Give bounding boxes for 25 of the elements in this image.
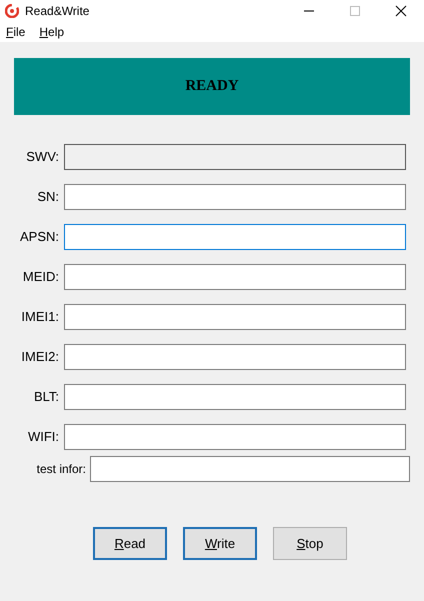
input-field[interactable] [90, 456, 410, 482]
input-field[interactable] [64, 344, 406, 370]
app-logo-icon [5, 4, 19, 18]
field-label: IMEI2: [20, 348, 60, 366]
action-button[interactable]: Read [93, 527, 167, 560]
input-field[interactable] [64, 264, 406, 290]
field-label: BLT: [32, 388, 60, 406]
input-field[interactable] [64, 384, 406, 410]
menu-item[interactable]: File [3, 23, 28, 41]
field-label: SWV: [25, 148, 60, 166]
field-label: SN: [36, 188, 60, 206]
field-label: test infor: [36, 461, 86, 478]
field-label: WIFI: [26, 428, 60, 446]
field-label: IMEI1: [20, 308, 60, 326]
window-title: Read&Write [25, 3, 90, 20]
field-label: MEID: [22, 268, 60, 286]
status-text: READY [185, 77, 239, 96]
input-field[interactable] [64, 424, 406, 450]
input-field[interactable] [64, 304, 406, 330]
action-button[interactable]: Stop [273, 527, 347, 560]
input-field[interactable] [64, 224, 406, 250]
input-field[interactable] [64, 184, 406, 210]
field-label: APSN: [18, 228, 60, 246]
menu-item[interactable]: Help [36, 23, 68, 41]
action-button[interactable]: Write [183, 527, 257, 560]
